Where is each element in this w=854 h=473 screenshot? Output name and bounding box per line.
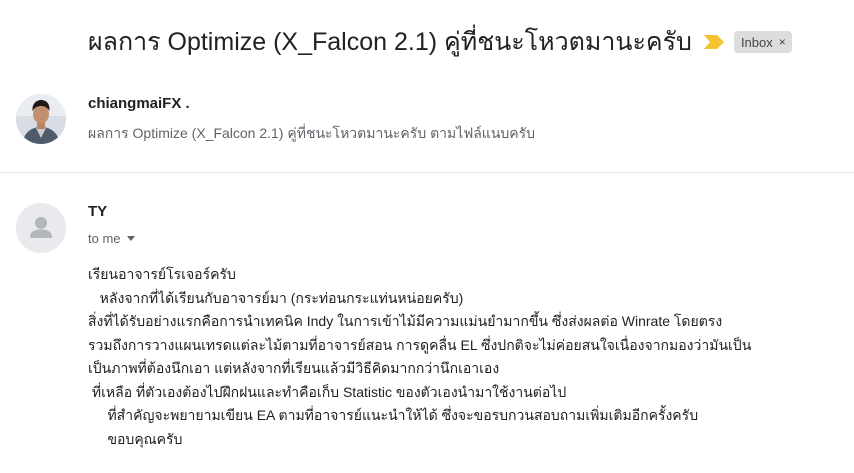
remove-label-icon[interactable]: × <box>779 35 786 49</box>
body-line: สิ่งที่ได้รับอย่างแรกคือการนำเทคนิค Indy… <box>88 313 723 329</box>
subject-row: ผลการ Optimize (X_Falcon 2.1) คู่ที่ชนะโ… <box>88 22 792 62</box>
body-line: เป็นภาพที่ต้องนึกเอา แต่หลังจากที่เรียนแ… <box>88 360 500 376</box>
chevron-down-icon <box>126 236 135 241</box>
recipients-toggle[interactable]: to me <box>88 231 135 246</box>
message-collapsed[interactable]: chiangmaiFX . ผลการ Optimize (X_Falcon 2… <box>0 82 854 172</box>
body-line: เรียนอาจารย์โรเจอร์ครับ <box>88 266 236 282</box>
message-divider <box>0 172 854 173</box>
sender-name: TY <box>88 203 108 220</box>
body-line: ที่สำคัญจะพยายามเขียน EA ตามที่อาจารย์แน… <box>88 407 699 423</box>
label-chip-inbox: Inbox × <box>733 31 792 53</box>
thread-subject: ผลการ Optimize (X_Falcon 2.1) คู่ที่ชนะโ… <box>88 28 692 56</box>
email-thread-view: ผลการ Optimize (X_Falcon 2.1) คู่ที่ชนะโ… <box>0 0 854 473</box>
label-chip-text: Inbox <box>740 34 773 50</box>
sender-name: chiangmaiFX . <box>88 95 190 112</box>
body-line: รวมถึงการวางแผนเทรดแต่ละไม้ตามที่อาจารย์… <box>88 336 752 353</box>
body-line: ที่เหลือ ที่ตัวเองต้องไปฝึกฝนและทำคือเก็… <box>88 383 567 400</box>
recipients-text: to me <box>88 231 121 246</box>
message-body: เรียนอาจารย์โรเจอร์ครับ หลังจากที่ได้เรี… <box>88 263 848 451</box>
avatar <box>16 94 66 144</box>
important-marker-icon[interactable] <box>703 35 724 49</box>
body-line: หลังจากที่ได้เรียนกับอาจารย์มา (กระท่อนก… <box>88 289 464 306</box>
message-snippet: ผลการ Optimize (X_Falcon 2.1) คู่ที่ชนะโ… <box>88 125 536 141</box>
avatar-default-icon <box>16 203 66 253</box>
body-line: ขอบคุณครับ <box>88 430 183 447</box>
